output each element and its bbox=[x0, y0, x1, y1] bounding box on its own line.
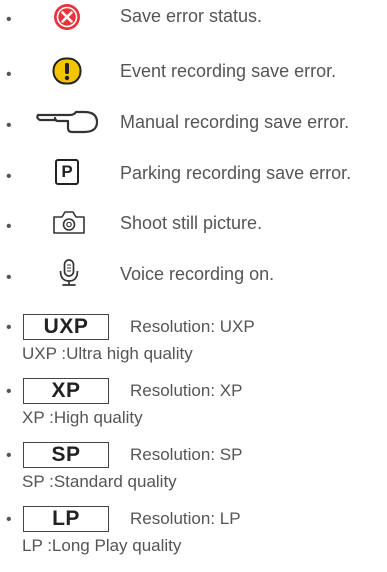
error-circle-icon bbox=[54, 4, 80, 30]
resolution-label: Resolution: SP bbox=[130, 445, 243, 464]
parking-p-icon: P bbox=[55, 159, 79, 185]
resolution-label: Resolution: XP bbox=[130, 381, 243, 400]
bullet: • bbox=[6, 11, 12, 28]
bullet: • bbox=[6, 218, 12, 235]
exclamation-icon bbox=[52, 57, 82, 85]
resolution-badge: LP bbox=[23, 506, 109, 532]
item-label: Shoot still picture. bbox=[120, 213, 263, 233]
microphone-icon bbox=[59, 259, 79, 286]
item-label: Manual recording save error. bbox=[120, 112, 350, 132]
resolution-description: XP :High quality bbox=[22, 408, 143, 427]
resolution-description: LP :Long Play quality bbox=[22, 536, 182, 555]
resolution-label: Resolution: UXP bbox=[130, 317, 255, 336]
bullet: • bbox=[6, 269, 12, 286]
bullet: • bbox=[6, 319, 12, 336]
camera-icon bbox=[53, 211, 85, 234]
resolution-badge: UXP bbox=[23, 314, 109, 340]
item-label: Save error status. bbox=[120, 6, 263, 26]
bullet: • bbox=[6, 511, 12, 528]
item-label: Parking recording save error. bbox=[120, 163, 352, 183]
item-label: Voice recording on. bbox=[120, 264, 275, 284]
pointing-hand-icon bbox=[36, 110, 99, 134]
resolution-description: SP :Standard quality bbox=[22, 472, 177, 491]
bullet: • bbox=[6, 168, 12, 185]
resolution-badge: XP bbox=[23, 378, 109, 404]
bullet: • bbox=[6, 117, 12, 134]
bullet: • bbox=[6, 66, 12, 83]
bullet: • bbox=[6, 447, 12, 464]
resolution-label: Resolution: LP bbox=[130, 509, 241, 528]
item-label: Event recording save error. bbox=[120, 61, 337, 81]
bullet: • bbox=[6, 383, 12, 400]
resolution-description: UXP :Ultra high quality bbox=[22, 344, 193, 363]
resolution-badge: SP bbox=[23, 442, 109, 468]
